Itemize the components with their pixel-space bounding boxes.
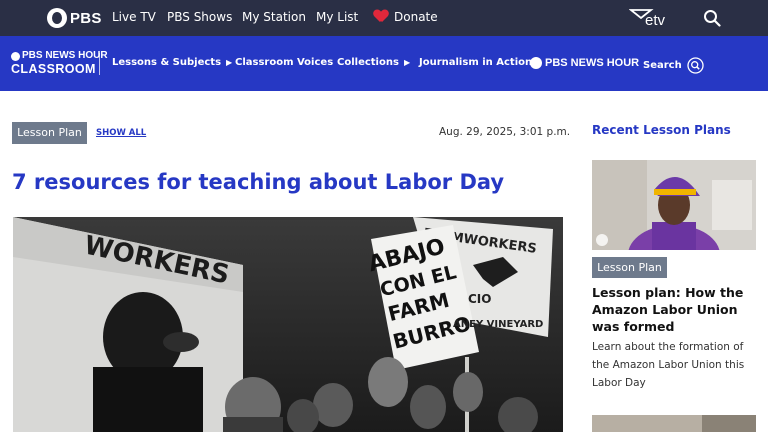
pbs-circle-icon [47, 8, 67, 28]
pbs-top-bar: PBS Live TV PBS Shows My Station My List… [0, 0, 768, 36]
lesson-thumbnail[interactable] [592, 160, 756, 250]
caret-right-icon: ▶ [226, 58, 233, 67]
nav-lessons-subjects[interactable]: Lessons & Subjects ▶ [112, 57, 232, 68]
nav-collections[interactable]: Collections ▶ [337, 57, 410, 68]
show-all-link[interactable]: SHOW ALL [96, 128, 146, 138]
classroom-search-button[interactable]: Search [643, 57, 704, 74]
next-thumbnail-image [592, 415, 756, 432]
donate-label: Donate [394, 10, 438, 24]
nav-journalism-in-action[interactable]: Journalism in Action [419, 57, 532, 68]
classroom-logo-line2: CLASSROOM [11, 62, 96, 76]
farmworkers-protest-photo: WORKERS FARMWORKERS ABAJO CON EL FARM BU… [13, 217, 563, 432]
nav-live-tv[interactable]: Live TV [112, 10, 156, 24]
pbs-mini-logo-icon [11, 51, 20, 61]
sidebar-description: Learn about the formation of the Amazon … [592, 341, 745, 389]
nav-pbs-shows[interactable]: PBS Shows [167, 10, 232, 24]
sidebar-lesson-plan-badge[interactable]: Lesson Plan [592, 257, 667, 278]
recent-lesson-plans-heading: Recent Lesson Plans [592, 123, 731, 137]
etv-logo-icon: etv [628, 9, 666, 29]
nav-classroom-voices[interactable]: Classroom Voices [235, 57, 333, 68]
logo-divider [99, 53, 100, 75]
nav-collections-label: Collections [337, 57, 399, 68]
classroom-nav-bar: PBS NEWS HOUR CLASSROOM Lessons & Subjec… [0, 36, 768, 91]
article-title: 7 resources for teaching about Labor Day [12, 170, 505, 194]
amazon-labor-union-thumbnail [592, 160, 756, 250]
pbs-logo[interactable]: PBS [47, 8, 102, 28]
search-label: Search [643, 60, 682, 71]
hero-image: WORKERS FARMWORKERS ABAJO CON EL FARM BU… [13, 217, 563, 432]
caret-right-icon: ▶ [403, 58, 411, 67]
classroom-logo-line1: PBS NEWS HOUR [22, 50, 108, 61]
nav-my-list[interactable]: My List [316, 10, 358, 24]
classroom-logo[interactable]: PBS NEWS HOUR CLASSROOM [11, 51, 108, 76]
pbs-logo-text: PBS [70, 9, 102, 27]
nav-lessons-subjects-label: Lessons & Subjects [112, 57, 222, 68]
sign-cio: CIO [468, 292, 491, 306]
search-circle-icon [687, 57, 704, 74]
pbs-mini-logo-icon [530, 57, 542, 69]
etv-station-logo[interactable]: etv [628, 6, 677, 33]
article-date: Aug. 29, 2025, 3:01 p.m. [439, 126, 571, 138]
pbs-newshour-label: PBS NEWS HOUR [545, 57, 640, 69]
sidebar-headline[interactable]: Lesson plan: How the Amazon Labor Union … [592, 284, 762, 335]
pbs-newshour-link[interactable]: PBS NEWS HOUR [530, 57, 639, 69]
sign-vineyard: ANEY VINEYARD [453, 319, 543, 330]
donate-link[interactable]: Donate [374, 10, 438, 24]
search-icon[interactable] [703, 9, 721, 27]
nav-my-station[interactable]: My Station [242, 10, 306, 24]
lesson-plan-badge[interactable]: Lesson Plan [12, 122, 87, 144]
etv-logo-text: etv [645, 12, 666, 28]
next-lesson-thumbnail[interactable] [592, 415, 756, 432]
heart-icon [374, 10, 388, 22]
